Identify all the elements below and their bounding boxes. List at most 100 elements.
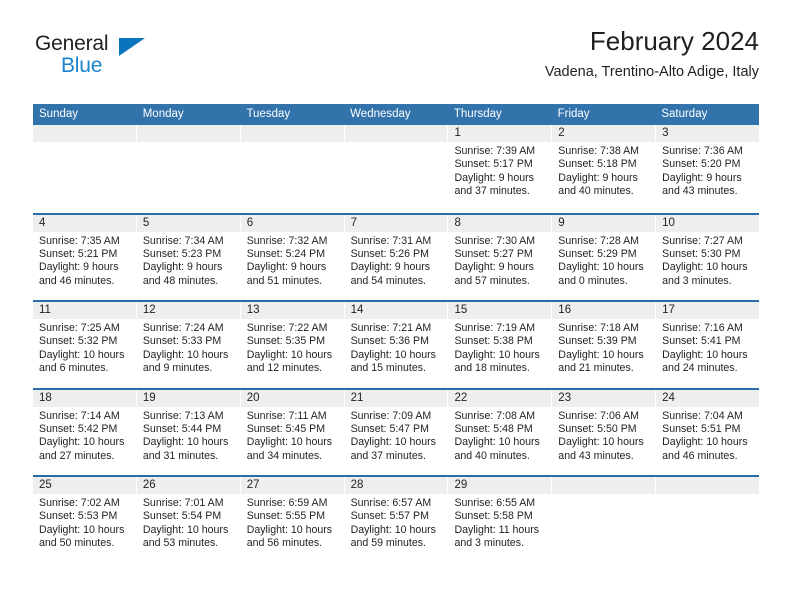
day-cell-5[interactable]: 5 Sunrise: 7:34 AM Sunset: 5:23 PM Daylight… (136, 214, 241, 300)
calendar-page: General Blue February 2024 Vadena, Trent… (0, 0, 792, 612)
day-detail-line: Sunrise: 7:04 AM (662, 409, 743, 422)
day-detail-line: Daylight: 9 hours (142, 261, 223, 274)
day-cell-15[interactable]: 15 Sunrise: 7:19 AM Sunset: 5:38 PM Dayligh… (448, 302, 553, 388)
day-cell-empty (344, 125, 449, 213)
day-detail-line: and 37 minutes. (454, 185, 530, 198)
day-cell-2[interactable]: 2 Sunrise: 7:38 AM Sunset: 5:18 PM Daylight… (552, 125, 657, 213)
day-number: 20 (240, 389, 344, 407)
day-detail-line: Daylight: 10 hours (39, 436, 125, 449)
day-cell-21[interactable]: 21 Sunrise: 7:09 AM Sunset: 5:47 PM Dayligh… (344, 389, 449, 475)
day-detail-line: Sunrise: 6:59 AM (246, 497, 328, 509)
page-header: General Blue February 2024 Vadena, Trent… (33, 26, 759, 96)
day-detail-line: and 56 minutes. (246, 537, 323, 550)
day-details (656, 494, 759, 497)
day-cell-1[interactable]: 1 Sunrise: 7:39 AM Sunset: 5:17 PM Daylight… (448, 125, 553, 213)
day-cell-8[interactable]: 8 Sunrise: 7:30 AM Sunset: 5:27 PM Daylight… (448, 214, 553, 300)
day-detail-line: Daylight: 10 hours (350, 523, 436, 536)
day-cell-13[interactable]: 13 Sunrise: 7:22 AM Sunset: 5:35 PM Dayligh… (240, 302, 345, 388)
weekday-header-thursday: Thursday (453, 108, 502, 120)
day-detail-line: Sunrise: 6:55 AM (454, 497, 536, 509)
day-cell-19[interactable]: 19 Sunrise: 7:13 AM Sunset: 5:44 PM Dayligh… (136, 389, 241, 475)
day-detail-line: Sunrise: 7:19 AM (454, 322, 536, 334)
day-cell-17[interactable]: 17 Sunrise: 7:16 AM Sunset: 5:41 PM Dayligh… (656, 302, 760, 388)
day-detail-line: and 40 minutes. (558, 185, 634, 198)
day-detail-line: Daylight: 10 hours (142, 348, 229, 361)
day-number: 25 (33, 477, 136, 494)
day-detail-line: Sunset: 5:29 PM (558, 247, 637, 260)
day-cell-4[interactable]: 4 Sunrise: 7:35 AM Sunset: 5:21 PM Daylight… (33, 214, 137, 300)
day-details: Sunrise: 7:01 AM Sunset: 5:54 PM Daylight:… (137, 494, 240, 551)
day-detail-line: and 15 minutes. (350, 362, 426, 375)
day-detail-line: Sunrise: 7:30 AM (454, 234, 536, 247)
day-detail-line: Sunset: 5:32 PM (39, 335, 118, 348)
day-detail-line: Sunset: 5:54 PM (142, 510, 222, 523)
day-detail-line: Sunrise: 7:25 AM (39, 322, 120, 334)
day-cell-24[interactable]: 24 Sunrise: 7:04 AM Sunset: 5:51 PM Dayligh… (656, 389, 760, 475)
day-number: 5 (136, 214, 240, 232)
day-cell-20[interactable]: 20 Sunrise: 7:11 AM Sunset: 5:45 PM Dayligh… (240, 389, 345, 475)
day-cell-28[interactable]: 28 Sunrise: 6:57 AM Sunset: 5:57 PM Dayligh… (344, 477, 449, 563)
day-cell-18[interactable]: 18 Sunrise: 7:14 AM Sunset: 5:42 PM Dayligh… (33, 389, 137, 475)
day-cell-25[interactable]: 25 Sunrise: 7:02 AM Sunset: 5:53 PM Dayligh… (33, 477, 137, 563)
day-detail-line: Sunset: 5:20 PM (662, 158, 741, 171)
day-details: Sunrise: 7:24 AM Sunset: 5:33 PM Daylight:… (137, 319, 240, 376)
day-details: Sunrise: 6:57 AM Sunset: 5:57 PM Daylight:… (345, 494, 448, 551)
day-number: 2 (552, 125, 656, 142)
day-detail-line: Sunset: 5:53 PM (39, 510, 118, 523)
day-details: Sunrise: 7:39 AM Sunset: 5:17 PM Daylight:… (448, 142, 551, 199)
calendar-week-row: 4 Sunrise: 7:35 AM Sunset: 5:21 PM Daylight… (33, 212, 760, 300)
day-detail-line: Sunrise: 7:38 AM (558, 145, 639, 157)
day-detail-line: Sunrise: 7:01 AM (142, 497, 224, 509)
calendar-grid: Sunday Monday Tuesday Wednesday Thursday Frid… (33, 104, 760, 563)
calendar-week-row: 1 Sunrise: 7:39 AM Sunset: 5:17 PM Daylight… (33, 125, 760, 213)
day-cell-7[interactable]: 7 Sunrise: 7:31 AM Sunset: 5:26 PM Daylight… (344, 214, 449, 300)
day-number: 7 (344, 214, 448, 232)
day-detail-line: and 24 minutes. (662, 362, 738, 375)
day-number (136, 125, 240, 142)
day-detail-line: Daylight: 10 hours (558, 436, 644, 449)
day-cell-16[interactable]: 16 Sunrise: 7:18 AM Sunset: 5:39 PM Dayligh… (552, 302, 657, 388)
day-detail-line: Daylight: 10 hours (246, 523, 333, 536)
day-cell-14[interactable]: 14 Sunrise: 7:21 AM Sunset: 5:36 PM Dayligh… (344, 302, 449, 388)
day-detail-line: Sunrise: 7:09 AM (350, 409, 432, 422)
weekday-header-friday: Friday (557, 108, 590, 120)
day-cell-6[interactable]: 6 Sunrise: 7:32 AM Sunset: 5:24 PM Daylight… (240, 214, 345, 300)
day-details: Sunrise: 6:59 AM Sunset: 5:55 PM Daylight:… (241, 494, 344, 551)
day-number: 8 (448, 214, 552, 232)
day-number (552, 477, 656, 494)
day-cell-3[interactable]: 3 Sunrise: 7:36 AM Sunset: 5:20 PM Daylight… (656, 125, 760, 213)
day-number: 3 (656, 125, 760, 142)
day-cell-empty (552, 477, 657, 563)
day-number: 28 (344, 477, 448, 494)
day-details: Sunrise: 7:11 AM Sunset: 5:45 PM Daylight:… (241, 407, 344, 464)
day-detail-line: Sunset: 5:30 PM (662, 247, 741, 260)
weekday-header-wednesday: Wednesday (350, 108, 411, 120)
weekday-header-row: Sunday Monday Tuesday Wednesday Thursday Frid… (33, 104, 759, 125)
title-block: February 2024 Vadena, Trentino-Alto Adig… (545, 26, 759, 82)
day-cell-11[interactable]: 11 Sunrise: 7:25 AM Sunset: 5:32 PM Dayligh… (33, 302, 137, 388)
logo-text-blue: Blue (61, 54, 103, 77)
day-cell-27[interactable]: 27 Sunrise: 6:59 AM Sunset: 5:55 PM Dayligh… (240, 477, 345, 563)
day-detail-line: Daylight: 10 hours (246, 436, 333, 449)
day-cell-9[interactable]: 9 Sunrise: 7:28 AM Sunset: 5:29 PM Daylight… (552, 214, 657, 300)
day-number: 10 (656, 214, 760, 232)
day-detail-line: Sunrise: 7:36 AM (662, 145, 743, 157)
day-details: Sunrise: 7:21 AM Sunset: 5:36 PM Daylight:… (345, 319, 448, 376)
day-details (33, 142, 136, 145)
day-number: 17 (656, 302, 760, 319)
day-cell-10[interactable]: 10 Sunrise: 7:27 AM Sunset: 5:30 PM Dayligh… (656, 214, 760, 300)
day-detail-line: Sunrise: 7:14 AM (39, 409, 120, 422)
day-detail-line: Sunset: 5:35 PM (246, 335, 326, 348)
day-detail-line: Sunset: 5:47 PM (350, 422, 429, 435)
day-detail-line: Daylight: 9 hours (454, 171, 534, 184)
day-cell-23[interactable]: 23 Sunrise: 7:06 AM Sunset: 5:50 PM Dayligh… (552, 389, 657, 475)
day-number: 9 (552, 214, 656, 232)
day-cell-22[interactable]: 22 Sunrise: 7:08 AM Sunset: 5:48 PM Dayligh… (448, 389, 553, 475)
day-cell-12[interactable]: 12 Sunrise: 7:24 AM Sunset: 5:33 PM Dayligh… (136, 302, 241, 388)
day-detail-line: Daylight: 9 hours (39, 261, 119, 274)
day-detail-line: Sunrise: 7:35 AM (39, 234, 120, 247)
day-cell-26[interactable]: 26 Sunrise: 7:01 AM Sunset: 5:54 PM Dayligh… (136, 477, 241, 563)
day-cell-29[interactable]: 29 Sunrise: 6:55 AM Sunset: 5:58 PM Dayligh… (448, 477, 553, 563)
day-number: 4 (33, 214, 136, 232)
day-detail-line: Sunset: 5:50 PM (558, 422, 637, 435)
